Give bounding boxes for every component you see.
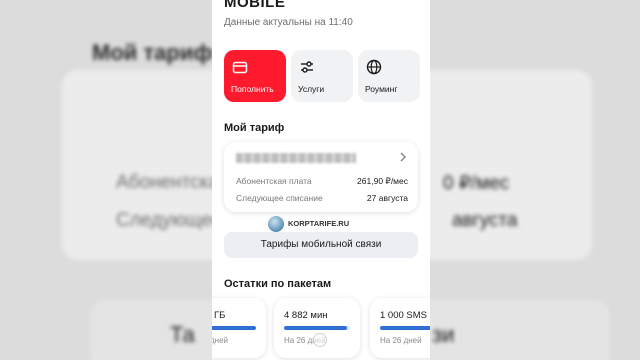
next-charge-value: 27 августа xyxy=(366,193,408,203)
package-progress-bar xyxy=(284,326,350,330)
packages-carousel[interactable]: ГБ дней 4 882 мин На 26 дней 1 000 SMS Н… xyxy=(212,298,430,360)
wallet-icon xyxy=(232,61,248,74)
package-until: На 26 дней xyxy=(380,336,422,345)
brand-title: MOBILE xyxy=(224,0,286,11)
top-up-button[interactable]: Пополнить xyxy=(224,50,286,102)
scroll-indicator xyxy=(313,333,327,347)
tariff-name-blurred xyxy=(236,153,356,163)
fee-label: Абонентская плата xyxy=(236,176,312,186)
sliders-icon xyxy=(301,61,313,73)
package-progress-bar xyxy=(380,326,430,330)
package-card-minutes[interactable]: 4 882 мин На 26 дней xyxy=(274,298,360,358)
globe-icon xyxy=(366,59,382,75)
chevron-right-icon xyxy=(400,152,407,162)
tariff-card[interactable]: Абонентская плата 261,90 ₽/мес Следующее… xyxy=(224,142,418,212)
background-title: Мой тариф xyxy=(92,40,213,65)
fee-value: 261,90 ₽/мес xyxy=(357,176,408,186)
next-charge-label: Следующее списание xyxy=(236,193,323,203)
phone-screen: MOBILE Данные актуальны на 11:40 Пополни… xyxy=(212,0,430,360)
tariff-section-title: Мой тариф xyxy=(224,122,285,134)
watermark-globe-icon xyxy=(268,216,284,232)
background-bottom-text-2: зи xyxy=(432,322,455,347)
roaming-button[interactable]: Роуминг xyxy=(358,50,420,102)
roaming-label: Роуминг xyxy=(365,84,398,94)
package-amount: ГБ xyxy=(214,310,226,321)
package-progress-bar xyxy=(212,326,256,330)
package-card-sms[interactable]: 1 000 SMS На 26 дней xyxy=(370,298,430,358)
data-updated-text: Данные актуальны на 11:40 xyxy=(224,17,353,28)
quick-actions: Пополнить Услуги Роуминг xyxy=(224,50,420,102)
background-next-value: августа xyxy=(452,210,518,231)
background-fee-value: 0 ₽/мес xyxy=(443,173,510,194)
package-card-data[interactable]: ГБ дней xyxy=(212,298,266,358)
package-until: дней xyxy=(212,336,229,345)
background-bottom-text: Та xyxy=(170,322,195,347)
services-label: Услуги xyxy=(298,84,325,94)
package-amount: 4 882 мин xyxy=(284,310,328,321)
mobile-tariffs-button[interactable]: Тарифы мобильной связи xyxy=(224,232,418,258)
package-amount: 1 000 SMS xyxy=(380,310,427,321)
watermark-text: KORPTARIFE.RU xyxy=(288,219,350,228)
packages-section-title: Остатки по пакетам xyxy=(224,278,332,290)
services-button[interactable]: Услуги xyxy=(291,50,353,102)
top-up-label: Пополнить xyxy=(231,84,274,94)
